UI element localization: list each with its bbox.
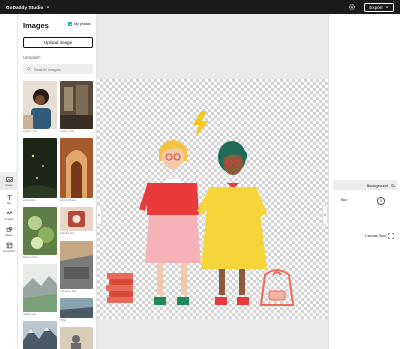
books-graphic xyxy=(106,273,133,303)
thumbnail-caption: Cameron Mai xyxy=(60,290,77,293)
rail-item-label: Graphic xyxy=(4,217,14,221)
blur-control[interactable]: 0 xyxy=(377,196,389,205)
design-canvas[interactable] xyxy=(97,79,328,319)
workspace xyxy=(97,14,328,349)
thumbnail-caption: Elishiv Sayes xyxy=(60,199,76,202)
rail-item-label: Image xyxy=(5,183,13,187)
thumbnail-caption: Jinhee Lee xyxy=(23,313,37,316)
thumbnail-caption: Phlip xyxy=(60,319,66,322)
resize-icon xyxy=(388,233,395,239)
blur-value[interactable]: 0 xyxy=(377,196,385,205)
image-thumbnail[interactable] xyxy=(60,327,93,349)
section-label: Unsplash xyxy=(23,55,41,60)
thumbnail-caption: Darra Cross xyxy=(23,256,38,259)
export-label: Export xyxy=(369,4,383,10)
properties-panel: Background Blur 0 Canvas Size xyxy=(328,14,400,349)
chevron-down-icon xyxy=(385,6,389,8)
upload-image-button[interactable]: Upload image xyxy=(23,37,93,48)
rail-item-label: Shape xyxy=(5,233,13,237)
background-label: Background xyxy=(366,182,388,188)
background-button[interactable]: Background xyxy=(333,180,397,190)
rail-item-templates[interactable]: Templates xyxy=(0,238,18,256)
image-search xyxy=(23,64,93,74)
image-thumbnail[interactable] xyxy=(23,321,57,349)
paint-bucket-icon xyxy=(390,183,395,187)
chevron-left-icon xyxy=(98,213,100,217)
lightning-bolt-graphic xyxy=(193,111,209,137)
blur-label: Blur xyxy=(341,198,348,202)
rail-item-label: Templates xyxy=(3,249,15,253)
thumbnail-caption: Lesley Uwa xyxy=(23,130,37,133)
chevron-down-icon xyxy=(46,6,50,8)
thumbnail-caption: Eddie Ellis xyxy=(23,199,36,202)
canvas-illustration[interactable] xyxy=(97,79,328,319)
rail-item-label: Text xyxy=(6,201,12,205)
image-thumbnail[interactable] xyxy=(23,138,57,198)
top-bar: GoDaddy Studio Export xyxy=(0,0,400,14)
brand-name: GoDaddy Studio xyxy=(6,4,44,10)
canvas-size-button[interactable]: Canvas Size xyxy=(365,233,395,239)
search-icon xyxy=(27,67,31,71)
rail-item-image[interactable]: Image xyxy=(0,172,18,190)
images-panel: Images My photos Upload image Unsplash L… xyxy=(18,14,97,349)
image-thumbnail[interactable] xyxy=(23,264,57,312)
my-photos-toggle[interactable]: My photos xyxy=(68,22,91,26)
image-thumbnail[interactable] xyxy=(60,207,93,231)
gear-icon[interactable] xyxy=(348,3,356,11)
templates-icon xyxy=(6,242,12,248)
image-icon xyxy=(5,176,13,182)
text-icon xyxy=(6,194,12,200)
export-button[interactable]: Export xyxy=(364,2,394,12)
tool-rail: Image Text Graphic Shape Templates xyxy=(0,14,18,349)
image-thumbnail[interactable] xyxy=(60,241,93,289)
graphic-icon xyxy=(5,210,13,215)
chevron-right-icon xyxy=(324,213,326,217)
shape-icon xyxy=(6,226,12,232)
my-photos-label: My photos xyxy=(74,22,91,26)
thumbnail-caption: Nahidul Kim xyxy=(60,232,75,235)
panel-title: Images xyxy=(23,21,49,30)
thumbnail-caption: Lesley Uwa xyxy=(60,130,74,133)
brand-menu[interactable]: GoDaddy Studio xyxy=(6,5,50,10)
image-thumbnail[interactable] xyxy=(60,138,93,198)
image-thumbnail[interactable] xyxy=(60,81,93,129)
backpack-graphic xyxy=(259,269,295,306)
image-thumbnail[interactable] xyxy=(60,298,93,318)
image-thumbnail[interactable] xyxy=(23,207,57,255)
checkbox-checked-icon[interactable] xyxy=(68,22,72,26)
girl-right-graphic xyxy=(197,141,267,305)
canvas-size-label: Canvas Size xyxy=(365,234,387,238)
image-thumbnail[interactable] xyxy=(23,81,57,129)
girl-left-graphic xyxy=(139,140,201,305)
search-input[interactable] xyxy=(34,66,89,72)
collapse-left-panel-button[interactable] xyxy=(96,205,102,225)
